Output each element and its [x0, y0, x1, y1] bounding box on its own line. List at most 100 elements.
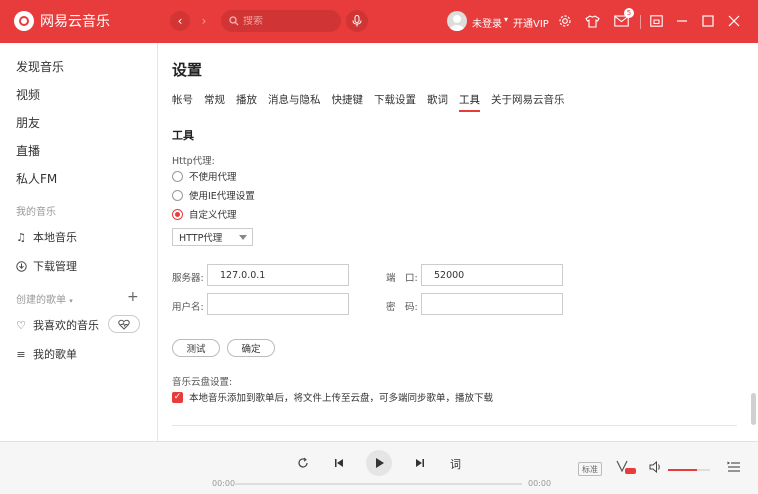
- sidebar-item-label: 下载管理: [33, 260, 77, 273]
- created-playlists-heading[interactable]: 创建的歌单 ▾: [16, 291, 73, 306]
- playlist-icon: ≡: [16, 347, 26, 361]
- sidebar-item-downloads[interactable]: 下载管理: [14, 258, 77, 274]
- gear-icon[interactable]: [556, 12, 574, 30]
- confirm-button[interactable]: 确定: [227, 339, 275, 357]
- tab-account[interactable]: 帐号: [172, 92, 193, 111]
- play-icon[interactable]: [366, 450, 392, 476]
- sidebar: 发现音乐 视频 朋友 直播 私人FM 我的音乐 ♫ 本地音乐 下载管理 创建的歌…: [0, 43, 158, 441]
- login-caret-icon[interactable]: ▾: [504, 15, 508, 24]
- download-icon: [14, 259, 28, 273]
- sidebar-item-label: 本地音乐: [33, 231, 77, 244]
- forward-icon[interactable]: ›: [194, 11, 214, 31]
- mini-mode-icon[interactable]: [647, 12, 665, 30]
- login-text[interactable]: 未登录: [472, 15, 502, 30]
- sidebar-item-friends[interactable]: 朋友: [16, 114, 40, 131]
- sidebar-item-fm[interactable]: 私人FM: [16, 170, 57, 187]
- loop-icon[interactable]: [296, 456, 310, 470]
- my-music-heading: 我的音乐: [16, 207, 56, 218]
- cloud-upload-label: 本地音乐添加到歌单后，将文件上传至云盘，可多端同步歌单，播放下载: [189, 393, 494, 404]
- password-field[interactable]: [421, 293, 563, 315]
- minimize-icon[interactable]: [673, 12, 691, 30]
- mail-badge: 5: [624, 8, 634, 18]
- next-icon[interactable]: [413, 456, 427, 470]
- back-icon[interactable]: ‹: [170, 11, 190, 31]
- total-time: 00:00: [528, 479, 552, 488]
- vip-link[interactable]: 开通VIP: [513, 15, 549, 30]
- sound-effect-icon[interactable]: [615, 459, 637, 475]
- http-proxy-label: Http代理:: [172, 156, 215, 167]
- mail-icon[interactable]: 5: [612, 8, 634, 30]
- page-title: 设置: [172, 61, 203, 79]
- sidebar-item-my-playlist[interactable]: ≡ 我的歌单: [14, 346, 77, 362]
- chevron-down-icon: [239, 235, 247, 240]
- tab-playback[interactable]: 播放: [236, 92, 257, 111]
- section-title: 工具: [172, 129, 194, 142]
- radio-no-proxy[interactable]: 不使用代理: [172, 169, 237, 183]
- title-divider: [640, 15, 641, 29]
- port-label: 端 口:: [386, 273, 418, 284]
- proxy-type-select[interactable]: HTTP代理: [172, 228, 253, 246]
- sidebar-item-local-music[interactable]: ♫ 本地音乐: [14, 229, 77, 245]
- radio-label: 使用IE代理设置: [189, 191, 255, 202]
- radio-label: 自定义代理: [189, 210, 237, 221]
- avatar[interactable]: [447, 11, 467, 31]
- tab-privacy[interactable]: 消息与隐私: [268, 92, 321, 111]
- heartbeat-icon: [118, 319, 130, 330]
- cloud-upload-option[interactable]: ✓ 本地音乐添加到歌单后，将文件上传至云盘，可多端同步歌单，播放下载: [172, 390, 493, 404]
- cloud-settings-label: 音乐云盘设置:: [172, 377, 233, 388]
- logo-icon: [14, 11, 34, 31]
- username-label: 用户名:: [172, 302, 204, 313]
- app-logo[interactable]: 网易云音乐: [14, 11, 110, 31]
- password-label: 密 码:: [386, 302, 418, 313]
- sidebar-item-video[interactable]: 视频: [16, 86, 40, 103]
- sidebar-item-label: 我喜欢的音乐: [33, 319, 99, 332]
- close-icon[interactable]: [725, 12, 743, 30]
- search-box[interactable]: [221, 10, 341, 32]
- previous-icon[interactable]: [332, 456, 346, 470]
- checkbox-checked-icon[interactable]: ✓: [172, 391, 183, 403]
- app-name: 网易云音乐: [40, 14, 110, 30]
- progress-bar[interactable]: [234, 483, 522, 485]
- search-icon: [229, 16, 239, 26]
- shirt-icon[interactable]: [583, 12, 601, 30]
- mic-icon[interactable]: [346, 10, 368, 32]
- settings-panel: 设置 帐号 常规 播放 消息与隐私 快捷键 下载设置 歌词 工具 关于网易云音乐…: [159, 43, 758, 441]
- volume-icon[interactable]: [648, 460, 662, 474]
- radio-dot: [172, 208, 183, 220]
- maximize-icon[interactable]: [699, 12, 717, 30]
- search-input[interactable]: [243, 15, 333, 27]
- tab-lyrics[interactable]: 歌词: [427, 92, 448, 111]
- server-field[interactable]: [207, 264, 349, 286]
- volume-fill: [668, 469, 698, 471]
- lyrics-icon[interactable]: 词: [450, 456, 461, 472]
- port-field[interactable]: [421, 264, 563, 286]
- heart-icon: ♡: [16, 318, 26, 332]
- player-bar: 词 00:00 00:00 标准: [0, 441, 758, 494]
- sidebar-item-live[interactable]: 直播: [16, 142, 40, 159]
- add-playlist-icon[interactable]: +: [127, 289, 139, 305]
- radio-label: 不使用代理: [189, 172, 237, 183]
- heartbeat-mode-button[interactable]: [108, 315, 140, 333]
- tab-about[interactable]: 关于网易云音乐: [491, 92, 565, 111]
- radio-ie-proxy[interactable]: 使用IE代理设置: [172, 188, 255, 202]
- radio-custom-proxy[interactable]: 自定义代理: [172, 207, 237, 221]
- radio-dot: [172, 170, 183, 182]
- username-field[interactable]: [207, 293, 349, 315]
- tab-general[interactable]: 常规: [204, 92, 225, 111]
- settings-tabs: 帐号 常规 播放 消息与隐私 快捷键 下载设置 歌词 工具 关于网易云音乐: [172, 92, 576, 112]
- divider: [172, 425, 737, 426]
- title-bar: 网易云音乐 ‹ › 未登录 ▾ 开通VIP 5: [0, 0, 758, 43]
- queue-icon[interactable]: [726, 460, 742, 474]
- sidebar-item-discover[interactable]: 发现音乐: [16, 58, 64, 75]
- test-button[interactable]: 测试: [172, 339, 220, 357]
- music-note-icon: ♫: [16, 230, 26, 244]
- scrollbar[interactable]: [751, 393, 756, 425]
- sidebar-item-liked-music[interactable]: ♡ 我喜欢的音乐: [14, 317, 99, 333]
- volume-slider[interactable]: [668, 469, 710, 471]
- sidebar-item-label: 我的歌单: [33, 348, 77, 361]
- quality-button[interactable]: 标准: [578, 462, 602, 476]
- radio-dot: [172, 189, 183, 201]
- tab-download[interactable]: 下载设置: [374, 92, 416, 111]
- tab-tools[interactable]: 工具: [459, 92, 480, 112]
- tab-shortcuts[interactable]: 快捷键: [332, 92, 364, 111]
